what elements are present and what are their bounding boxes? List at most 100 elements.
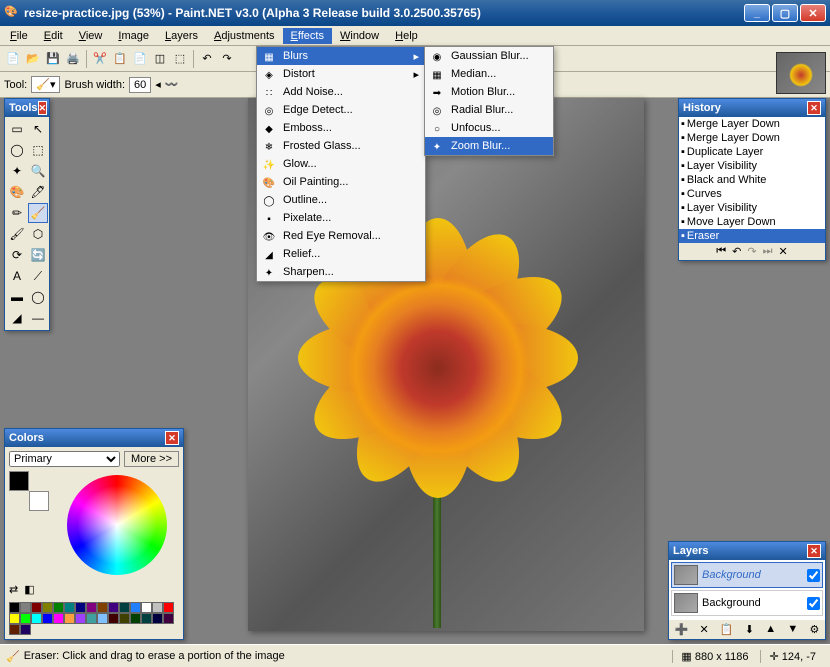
effects-add-noise-[interactable]: ∷Add Noise... <box>257 83 425 101</box>
add-layer-icon[interactable]: ➕ <box>675 623 689 636</box>
tool-3[interactable]: ⬚ <box>28 140 48 160</box>
palette-color[interactable] <box>9 602 20 613</box>
deselect-icon[interactable]: ⬚ <box>171 50 189 68</box>
palette-color[interactable] <box>64 602 75 613</box>
effects-relief-[interactable]: ◢Relief... <box>257 245 425 263</box>
menu-image[interactable]: Image <box>110 28 157 44</box>
tool-4[interactable]: ✦ <box>7 161 27 181</box>
palette-color[interactable] <box>31 602 42 613</box>
menu-layers[interactable]: Layers <box>157 28 206 44</box>
save-icon[interactable]: 💾 <box>44 50 62 68</box>
blurs-motion-blur-[interactable]: ➡Motion Blur... <box>425 83 553 101</box>
palette-color[interactable] <box>20 613 31 624</box>
blurs-zoom-blur-[interactable]: ✦Zoom Blur... <box>425 137 553 155</box>
maximize-button[interactable]: ▢ <box>772 4 798 22</box>
history-rewind-icon[interactable]: ⏮ <box>716 245 726 258</box>
palette-color[interactable] <box>9 624 20 635</box>
paste-icon[interactable]: 📄 <box>131 50 149 68</box>
blurs-median-[interactable]: ▦Median... <box>425 65 553 83</box>
more-colors-button[interactable]: More >> <box>124 451 179 467</box>
history-item[interactable]: ▪Layer Visibility <box>679 159 825 173</box>
layer-properties-icon[interactable]: ⚙ <box>809 623 819 636</box>
tool-8[interactable]: ✏ <box>7 203 27 223</box>
effects-pixelate-[interactable]: ▪Pixelate... <box>257 209 425 227</box>
effects-oil-painting-[interactable]: 🎨Oil Painting... <box>257 173 425 191</box>
palette-color[interactable] <box>108 613 119 624</box>
menu-edit[interactable]: Edit <box>36 28 71 44</box>
layer-row[interactable]: Background <box>671 590 823 616</box>
duplicate-layer-icon[interactable]: 📋 <box>720 623 734 636</box>
minimize-button[interactable]: _ <box>744 4 770 22</box>
history-item[interactable]: ▪Duplicate Layer <box>679 145 825 159</box>
open-icon[interactable]: 📂 <box>24 50 42 68</box>
effects-sharpen-[interactable]: ✦Sharpen... <box>257 263 425 281</box>
history-forward-icon[interactable]: ⏭ <box>763 245 773 258</box>
effects-edge-detect-[interactable]: ◎Edge Detect... <box>257 101 425 119</box>
undo-icon[interactable]: ↶ <box>198 50 216 68</box>
tool-6[interactable]: 🎨 <box>7 182 27 202</box>
menu-view[interactable]: View <box>71 28 111 44</box>
effects-red-eye-removal-[interactable]: 👁Red Eye Removal... <box>257 227 425 245</box>
redo-icon[interactable]: ↷ <box>218 50 236 68</box>
tool-10[interactable]: 🖌 <box>7 224 27 244</box>
document-thumbnail[interactable] <box>776 52 826 94</box>
palette-color[interactable] <box>42 602 53 613</box>
palette-color[interactable] <box>53 613 64 624</box>
cut-icon[interactable]: ✂️ <box>91 50 109 68</box>
effects-emboss-[interactable]: ◆Emboss... <box>257 119 425 137</box>
palette-color[interactable] <box>97 602 108 613</box>
palette-color[interactable] <box>163 613 174 624</box>
palette-color[interactable] <box>119 613 130 624</box>
move-down-icon[interactable]: ▼ <box>787 623 798 636</box>
palette-color[interactable] <box>20 602 31 613</box>
delete-layer-icon[interactable]: ✕ <box>700 623 709 636</box>
tool-16[interactable]: ▬ <box>7 287 27 307</box>
palette-color[interactable] <box>97 613 108 624</box>
merge-layer-icon[interactable]: ⬇ <box>745 623 754 636</box>
tool-9[interactable]: 🧹 <box>28 203 48 223</box>
history-redo-icon[interactable]: ↷ <box>747 245 756 258</box>
history-undo-icon[interactable]: ↶ <box>732 245 741 258</box>
palette-color[interactable] <box>130 602 141 613</box>
tool-1[interactable]: ↖ <box>28 119 48 139</box>
history-item[interactable]: ▪Layer Visibility <box>679 201 825 215</box>
layer-visible-checkbox[interactable] <box>807 569 820 582</box>
brush-width-input[interactable]: 60 <box>129 77 151 93</box>
tool-11[interactable]: ⬡ <box>28 224 48 244</box>
close-button[interactable]: ✕ <box>800 4 826 22</box>
palette-color[interactable] <box>108 602 119 613</box>
effects-glow-[interactable]: ✨Glow... <box>257 155 425 173</box>
palette-color[interactable] <box>75 613 86 624</box>
palette-color[interactable] <box>20 624 31 635</box>
tools-close-icon[interactable]: ✕ <box>38 101 48 115</box>
tool-12[interactable]: ⟳ <box>7 245 27 265</box>
menu-help[interactable]: Help <box>387 28 426 44</box>
palette-color[interactable] <box>141 613 152 624</box>
layers-close-icon[interactable]: ✕ <box>807 544 821 558</box>
tool-5[interactable]: 🔍 <box>28 161 48 181</box>
brush-decrease-icon[interactable]: ◂ <box>155 78 161 91</box>
layer-visible-checkbox[interactable] <box>807 597 820 610</box>
palette-color[interactable] <box>75 602 86 613</box>
move-up-icon[interactable]: ▲ <box>765 623 776 636</box>
history-item[interactable]: ▪Eraser <box>679 229 825 243</box>
swap-colors-icon[interactable]: ⇄ <box>9 583 18 596</box>
colors-close-icon[interactable]: ✕ <box>165 431 179 445</box>
palette-color[interactable] <box>152 602 163 613</box>
tool-14[interactable]: A <box>7 266 27 286</box>
blurs-gaussian-blur-[interactable]: ◉Gaussian Blur... <box>425 47 553 65</box>
menu-adjustments[interactable]: Adjustments <box>206 28 283 44</box>
history-item[interactable]: ▪Merge Layer Down <box>679 117 825 131</box>
brush-increase-icon[interactable]: 〰️ <box>165 78 179 91</box>
history-item[interactable]: ▪Curves <box>679 187 825 201</box>
palette-color[interactable] <box>152 613 163 624</box>
tool-selector[interactable]: 🧹▾ <box>31 76 60 93</box>
effects-blurs[interactable]: ▦Blurs <box>257 47 425 65</box>
history-item[interactable]: ▪Move Layer Down <box>679 215 825 229</box>
blurs-radial-blur-[interactable]: ◎Radial Blur... <box>425 101 553 119</box>
menu-window[interactable]: Window <box>332 28 387 44</box>
palette-color[interactable] <box>141 602 152 613</box>
palette-color[interactable] <box>9 613 20 624</box>
color-mode-select[interactable]: Primary <box>9 451 120 467</box>
palette-color[interactable] <box>64 613 75 624</box>
